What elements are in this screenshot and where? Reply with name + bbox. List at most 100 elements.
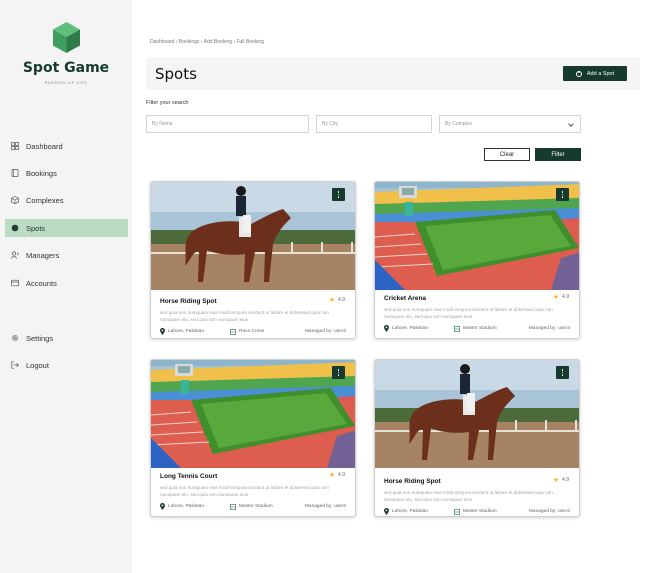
sidebar-item-label: Settings: [26, 333, 54, 343]
spot-photo: [375, 182, 580, 290]
location-text: Lahore, Pakistan: [168, 329, 205, 334]
name-input[interactable]: By Name: [146, 115, 309, 133]
filter-label: Filter your search: [146, 100, 189, 106]
logout-icon: [11, 361, 19, 369]
spot-photo: [151, 360, 356, 468]
sidebar-item-label: Bookings: [26, 168, 57, 178]
spot-location: Lahore, Pakistan: [160, 328, 230, 335]
spot-venue: Master Stadium: [454, 325, 524, 332]
spot-title: Horse Riding Spot: [160, 298, 217, 305]
sidebar-item-label: Accounts: [26, 278, 57, 288]
add-spot-label: Add a Spot: [586, 70, 615, 77]
venue-icon: [230, 328, 236, 335]
spot-title: Long Tennis Court: [160, 473, 218, 480]
venue-text: Master Stadium: [463, 509, 497, 514]
spot-photo: [151, 182, 356, 290]
spot-photo: [375, 360, 580, 468]
venue-icon: [454, 508, 460, 515]
spot-meta: Lahore, Pakistan Race Corse Managed by: …: [160, 328, 346, 335]
location-text: Lahore, Pakistan: [392, 509, 429, 514]
spot-rating: ★ 4.9: [553, 476, 569, 484]
city-input-placeholder: By City: [322, 121, 338, 127]
sidebar-item-label: Complexes: [26, 195, 64, 205]
more-options-icon[interactable]: [556, 366, 569, 379]
location-text: Lahore, Pakistan: [392, 326, 429, 331]
venue-text: Master Stadium: [463, 326, 497, 331]
venue-icon: [230, 503, 236, 510]
location-pin-icon: [384, 325, 389, 332]
venue-icon: [454, 325, 460, 332]
spot-description: sed quia non numquam eius modi tempora i…: [384, 490, 553, 502]
sidebar: Spot Game PASSION OF LIFE Dashboard Book…: [0, 0, 132, 573]
chevron-down-icon: [568, 121, 574, 127]
location-pin-icon: [160, 328, 165, 335]
spot-card[interactable]: Horse Riding Spot ★ 4.9 sed quia non num…: [374, 359, 580, 517]
spot-manager: Managed by: user3: [528, 509, 570, 514]
page-title: Spots: [155, 65, 197, 83]
spot-rating: ★ 4.9: [329, 296, 345, 304]
more-options-icon[interactable]: [556, 188, 569, 201]
spot-meta: Lahore, Pakistan Master Stadium Managed …: [160, 503, 346, 510]
star-icon: ★: [328, 472, 336, 479]
venue-text: Race Corse: [239, 329, 265, 334]
rating-value: 4.9: [562, 477, 569, 483]
plus-circle-icon: +: [575, 70, 582, 77]
brand-name: Spot Game: [22, 60, 110, 76]
sidebar-item-bookings[interactable]: Bookings: [5, 164, 128, 182]
more-options-icon[interactable]: [332, 366, 345, 379]
spot-description: sed quia non numquam eius modi tempora i…: [384, 307, 553, 319]
spot-rating: ★ 4.9: [329, 471, 345, 479]
grid-icon: [11, 142, 19, 150]
breadcrumb[interactable]: Dashboard › Bookings › Add Booking › Ful…: [150, 39, 264, 45]
spot-meta: Lahore, Pakistan Master Stadium Managed …: [384, 508, 570, 515]
sidebar-item-label: Spots: [26, 223, 46, 233]
sidebar-item-dashboard[interactable]: Dashboard: [5, 137, 128, 155]
sidebar-item-logout[interactable]: Logout: [5, 356, 128, 374]
spot-card[interactable]: Cricket Arena ★ 4.9 sed quia non numquam…: [374, 181, 580, 339]
spot-venue: Master Stadium: [230, 503, 300, 510]
location-pin-icon: [160, 503, 165, 510]
spot-location: Lahore, Pakistan: [160, 503, 230, 510]
sidebar-item-label: Managers: [26, 250, 60, 260]
sidebar-item-complexes[interactable]: Complexes: [5, 191, 128, 209]
spot-location: Lahore, Pakistan: [384, 508, 454, 515]
rating-value: 4.9: [338, 297, 345, 303]
spot-description: sed quia non numquam eius modi tempora i…: [160, 485, 329, 497]
logo-cube-icon: [53, 22, 80, 53]
spot-manager: Managed by: user3: [304, 329, 346, 334]
gear-icon: [11, 334, 19, 342]
clear-button[interactable]: Clear: [484, 148, 530, 161]
spot-card[interactable]: Horse Riding Spot ★ 4.9 sed quia non num…: [150, 181, 356, 339]
filter-button[interactable]: Filter: [535, 148, 581, 161]
spot-manager: Managed by: user3: [528, 326, 570, 331]
rating-value: 4.9: [338, 472, 345, 478]
spot-title: Cricket Arena: [384, 295, 427, 302]
circle-icon: [11, 224, 19, 232]
location-pin-icon: [384, 508, 389, 515]
star-icon: ★: [552, 294, 560, 301]
spot-venue: Race Corse: [230, 328, 300, 335]
sidebar-item-spots[interactable]: Spots: [5, 219, 128, 237]
brand-tagline: PASSION OF LIFE: [44, 80, 88, 85]
sidebar-item-settings[interactable]: Settings: [5, 329, 128, 347]
spot-title: Horse Riding Spot: [384, 478, 441, 485]
book-icon: [11, 169, 19, 177]
users-icon: [11, 251, 19, 259]
sidebar-item-accounts[interactable]: Accounts: [5, 274, 128, 292]
more-options-icon[interactable]: [332, 188, 345, 201]
spot-manager: Managed by: user3: [304, 504, 346, 509]
add-spot-button[interactable]: + Add a Spot: [563, 66, 627, 81]
sidebar-item-label: Dashboard: [26, 141, 63, 151]
spot-meta: Lahore, Pakistan Master Stadium Managed …: [384, 325, 570, 332]
star-icon: ★: [552, 477, 560, 484]
venue-text: Master Stadium: [239, 504, 273, 509]
sidebar-item-managers[interactable]: Managers: [5, 246, 128, 264]
cube-icon: [11, 196, 19, 204]
complex-select[interactable]: By Complex: [439, 115, 581, 133]
rating-value: 4.9: [562, 294, 569, 300]
spot-rating: ★ 4.9: [553, 293, 569, 301]
complex-select-placeholder: By Complex: [445, 121, 472, 127]
spot-location: Lahore, Pakistan: [384, 325, 454, 332]
city-input[interactable]: By City: [316, 115, 432, 133]
spot-card[interactable]: Long Tennis Court ★ 4.9 sed quia non num…: [150, 359, 356, 517]
